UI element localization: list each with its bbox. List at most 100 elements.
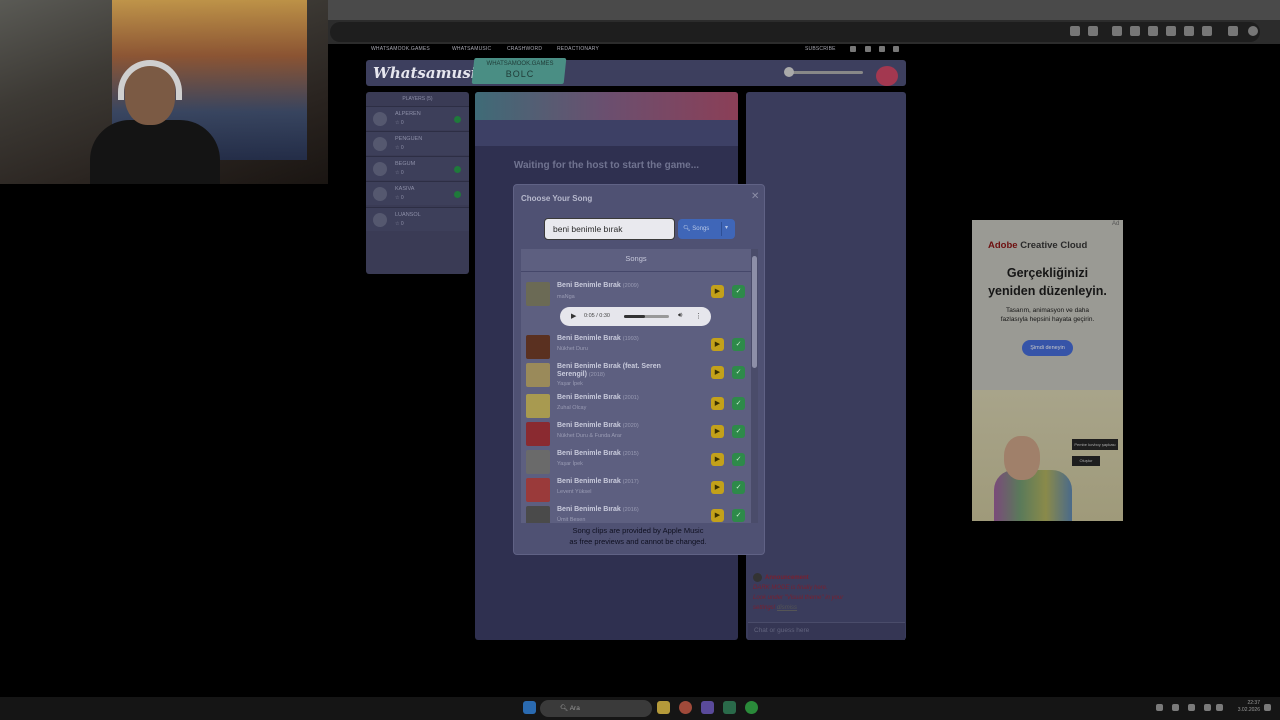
speaker-icon[interactable] (1216, 704, 1223, 711)
nav-home[interactable]: WHATSAMOOK.GAMES (371, 46, 430, 52)
spotify-icon[interactable] (745, 701, 758, 714)
song-search-input[interactable]: beni benimle bırak (544, 218, 675, 240)
instagram-icon[interactable] (865, 46, 871, 52)
site-nav: WHATSAMOOK.GAMES WHATSAMUSIC CRASHWORD R… (366, 46, 906, 58)
song-row[interactable]: Beni Benimle Bırak (2001) Zuhal Olcay ▶ … (521, 392, 751, 420)
search-icon: 🔍︎ (683, 226, 691, 232)
avatar-icon[interactable] (1248, 26, 1258, 36)
puzzle-icon[interactable] (1202, 26, 1212, 36)
dismiss-link[interactable]: dismiss (777, 605, 797, 611)
close-icon[interactable]: ✕ (751, 191, 759, 202)
select-check-icon[interactable]: ✓ (732, 397, 745, 410)
volume-slider[interactable] (788, 71, 863, 74)
profile-icon[interactable] (1228, 26, 1238, 36)
discord-app-icon[interactable] (701, 701, 714, 714)
extension-icon[interactable] (1112, 26, 1122, 36)
song-row[interactable]: Beni Benimle Bırak (feat. Seren Serengil… (521, 361, 751, 391)
ad-headline: Gerçekliğinizi yeniden düzenleyin. (980, 264, 1115, 300)
twitter-icon[interactable] (850, 46, 856, 52)
discord-icon[interactable] (893, 46, 899, 52)
song-row[interactable]: Beni Benimle Bırak (1993) Nükhet Duru ▶ … (521, 333, 751, 361)
chat-placeholder: Chat or guess here (754, 627, 810, 634)
windows-start-icon[interactable] (523, 701, 536, 714)
taskbar-search[interactable] (540, 700, 652, 717)
album-art (526, 394, 550, 418)
taskbar-search-label: 🔍︎ Ara (560, 704, 580, 712)
song-row[interactable]: Beni Benimle Bırak (2017) Levent Yüksel … (521, 476, 751, 504)
select-check-icon[interactable]: ✓ (732, 285, 745, 298)
tray-icon[interactable] (1172, 704, 1179, 711)
search-button-label[interactable]: 🔍︎ Songs (683, 225, 709, 232)
play-preview-icon[interactable]: ▶ (711, 366, 724, 379)
more-options-icon[interactable]: ⋮ (695, 312, 702, 320)
ad-brand-name: Creative Cloud (1020, 240, 1088, 251)
ready-check-icon (454, 191, 461, 198)
extension-icon[interactable] (1148, 26, 1158, 36)
announcement-line: DARK MODE is finally here. (753, 585, 828, 592)
translate-icon[interactable] (1070, 26, 1080, 36)
nav-subscribe[interactable]: SUBSCRIBE (805, 46, 836, 52)
select-check-icon[interactable]: ✓ (732, 425, 745, 438)
song-title-text: Beni Benimle Bırak (557, 394, 621, 401)
scrollbar-thumb[interactable] (752, 256, 757, 368)
song-year: (2015) (622, 451, 639, 457)
room-code: BOLC (505, 69, 535, 79)
wifi-icon[interactable] (1204, 704, 1211, 711)
ad-cta-button[interactable]: Şimdi deneyin (1022, 340, 1073, 356)
tiktok-icon[interactable] (879, 46, 885, 52)
ad-headline-line: Gerçekliğinizi (1006, 266, 1089, 280)
nav-crashword[interactable]: CRASHWORD (507, 46, 542, 52)
nav-redactionary[interactable]: REDACTIONARY (557, 46, 599, 52)
adobe-ad[interactable]: Ad Adobe Creative Cloud Gerçekliğinizi ye… (972, 220, 1123, 521)
ad-figure-head (1004, 436, 1040, 480)
song-row[interactable]: Beni Benimle Bırak (2015) Yaşar İpek ▶ ✓ (521, 448, 751, 476)
extension-icon[interactable] (1130, 26, 1140, 36)
avatar (373, 162, 387, 176)
taskbar-search-text: Ara (569, 705, 580, 712)
notification-icon[interactable] (1264, 704, 1271, 711)
play-preview-icon[interactable]: ▶ (711, 509, 724, 522)
play-icon[interactable]: ▶ (571, 312, 576, 320)
volume-knob[interactable] (784, 67, 794, 77)
modal-title: Choose Your Song (521, 194, 593, 203)
audio-time: 0:05 / 0:30 (584, 313, 610, 319)
play-preview-icon[interactable]: ▶ (711, 453, 724, 466)
player-score: ☆ 0 (395, 145, 404, 151)
chevron-down-icon[interactable]: ▾ (725, 224, 728, 231)
song-row[interactable]: Beni Benimle Bırak (2016) Ümit Besen ▶ ✓ (521, 504, 751, 523)
album-art (526, 335, 550, 359)
star-icon[interactable] (1088, 26, 1098, 36)
select-check-icon[interactable]: ✓ (732, 338, 745, 351)
select-check-icon[interactable]: ✓ (732, 453, 745, 466)
play-preview-icon[interactable]: ▶ (711, 425, 724, 438)
app-icon[interactable] (723, 701, 736, 714)
chevron-up-icon[interactable] (1156, 704, 1163, 711)
song-artist: Levent Yüksel (557, 489, 592, 495)
play-preview-icon[interactable]: ▶ (711, 338, 724, 351)
adobe-logo-text: Adobe (988, 240, 1018, 251)
extension-icon[interactable] (1166, 26, 1176, 36)
ad-tag[interactable]: Ad (1112, 221, 1119, 227)
webcam-overlay (0, 0, 328, 184)
nav-whatsamusic[interactable]: WHATSAMUSIC (452, 46, 491, 52)
play-preview-icon[interactable]: ▶ (711, 285, 724, 298)
extension-icon[interactable] (1184, 26, 1194, 36)
song-row[interactable]: Beni Benimle Bırak (2009) maNga ▶ ✓ (521, 280, 751, 308)
song-row[interactable]: Beni Benimle Bırak (2020) Nükhet Duru & … (521, 420, 751, 448)
play-preview-icon[interactable]: ▶ (711, 397, 724, 410)
song-artist: Ümit Besen (557, 517, 586, 523)
taskbar-clock[interactable]: 22:37 3.02.2026 (1228, 700, 1260, 714)
song-title: Beni Benimle Bırak (2020) (557, 422, 639, 430)
select-check-icon[interactable]: ✓ (732, 481, 745, 494)
select-check-icon[interactable]: ✓ (732, 366, 745, 379)
site-logo[interactable]: Whatsamusic (373, 64, 486, 82)
play-preview-icon[interactable]: ▶ (711, 481, 724, 494)
chrome-icon[interactable] (679, 701, 692, 714)
song-year: (2009) (622, 283, 639, 289)
volume-icon[interactable]: 🔊︎ (678, 312, 682, 320)
file-explorer-icon[interactable] (657, 701, 670, 714)
tray-icon[interactable] (1188, 704, 1195, 711)
hamburger-menu-button[interactable] (876, 66, 898, 86)
select-check-icon[interactable]: ✓ (732, 509, 745, 522)
megaphone-icon (753, 573, 762, 582)
